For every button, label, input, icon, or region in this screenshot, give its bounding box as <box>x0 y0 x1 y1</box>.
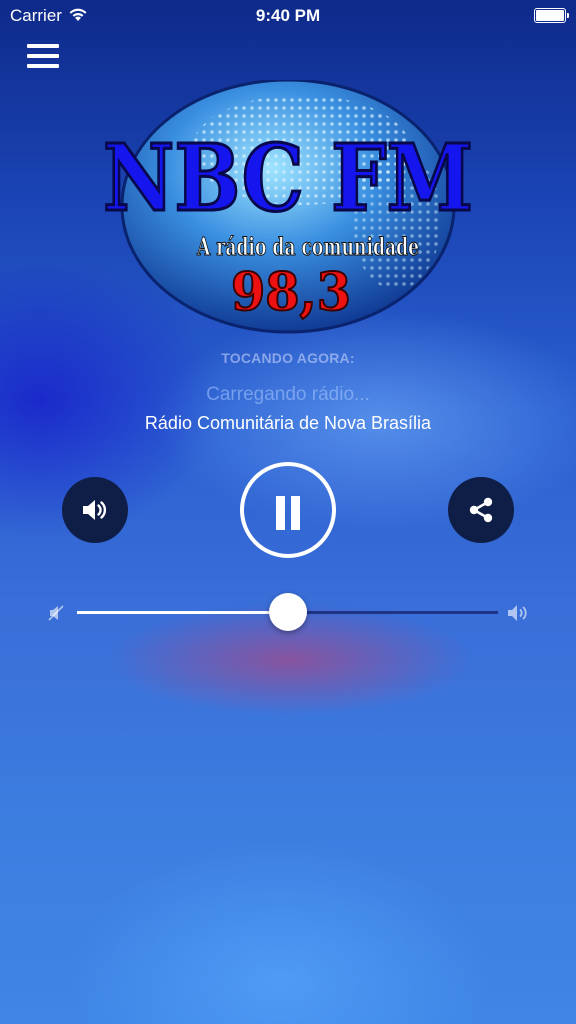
station-logo: NBC FM A rádio da comunidade 98,3 <box>102 80 475 334</box>
logo-name: NBC FM <box>103 124 473 232</box>
share-button[interactable] <box>448 477 514 543</box>
battery-icon <box>534 8 569 23</box>
share-icon <box>469 497 493 523</box>
volume-button[interactable] <box>62 477 128 543</box>
volume-slider[interactable] <box>77 593 498 631</box>
loading-status: Carregando rádio... <box>206 384 370 405</box>
volume-slider-thumb[interactable] <box>268 593 307 631</box>
clock: 9:40 PM <box>255 6 321 25</box>
logo-tagline: A rádio da comunidade <box>196 232 419 261</box>
logo-frequency: 98,3 <box>231 262 351 323</box>
speaker-icon <box>83 500 107 520</box>
menu-button[interactable] <box>27 44 59 70</box>
status-bar: Carrier 9:40 PM <box>0 0 576 32</box>
pause-icon <box>276 496 285 530</box>
volume-max-icon <box>508 605 527 621</box>
volume-mute-icon <box>48 605 64 621</box>
play-pause-button[interactable] <box>240 462 336 558</box>
station-name: Rádio Comunitária de Nova Brasília <box>144 413 432 433</box>
volume-slider-fill <box>77 611 288 614</box>
hamburger-menu-icon <box>27 44 59 48</box>
now-playing-label: TOCANDO AGORA: <box>221 350 355 366</box>
